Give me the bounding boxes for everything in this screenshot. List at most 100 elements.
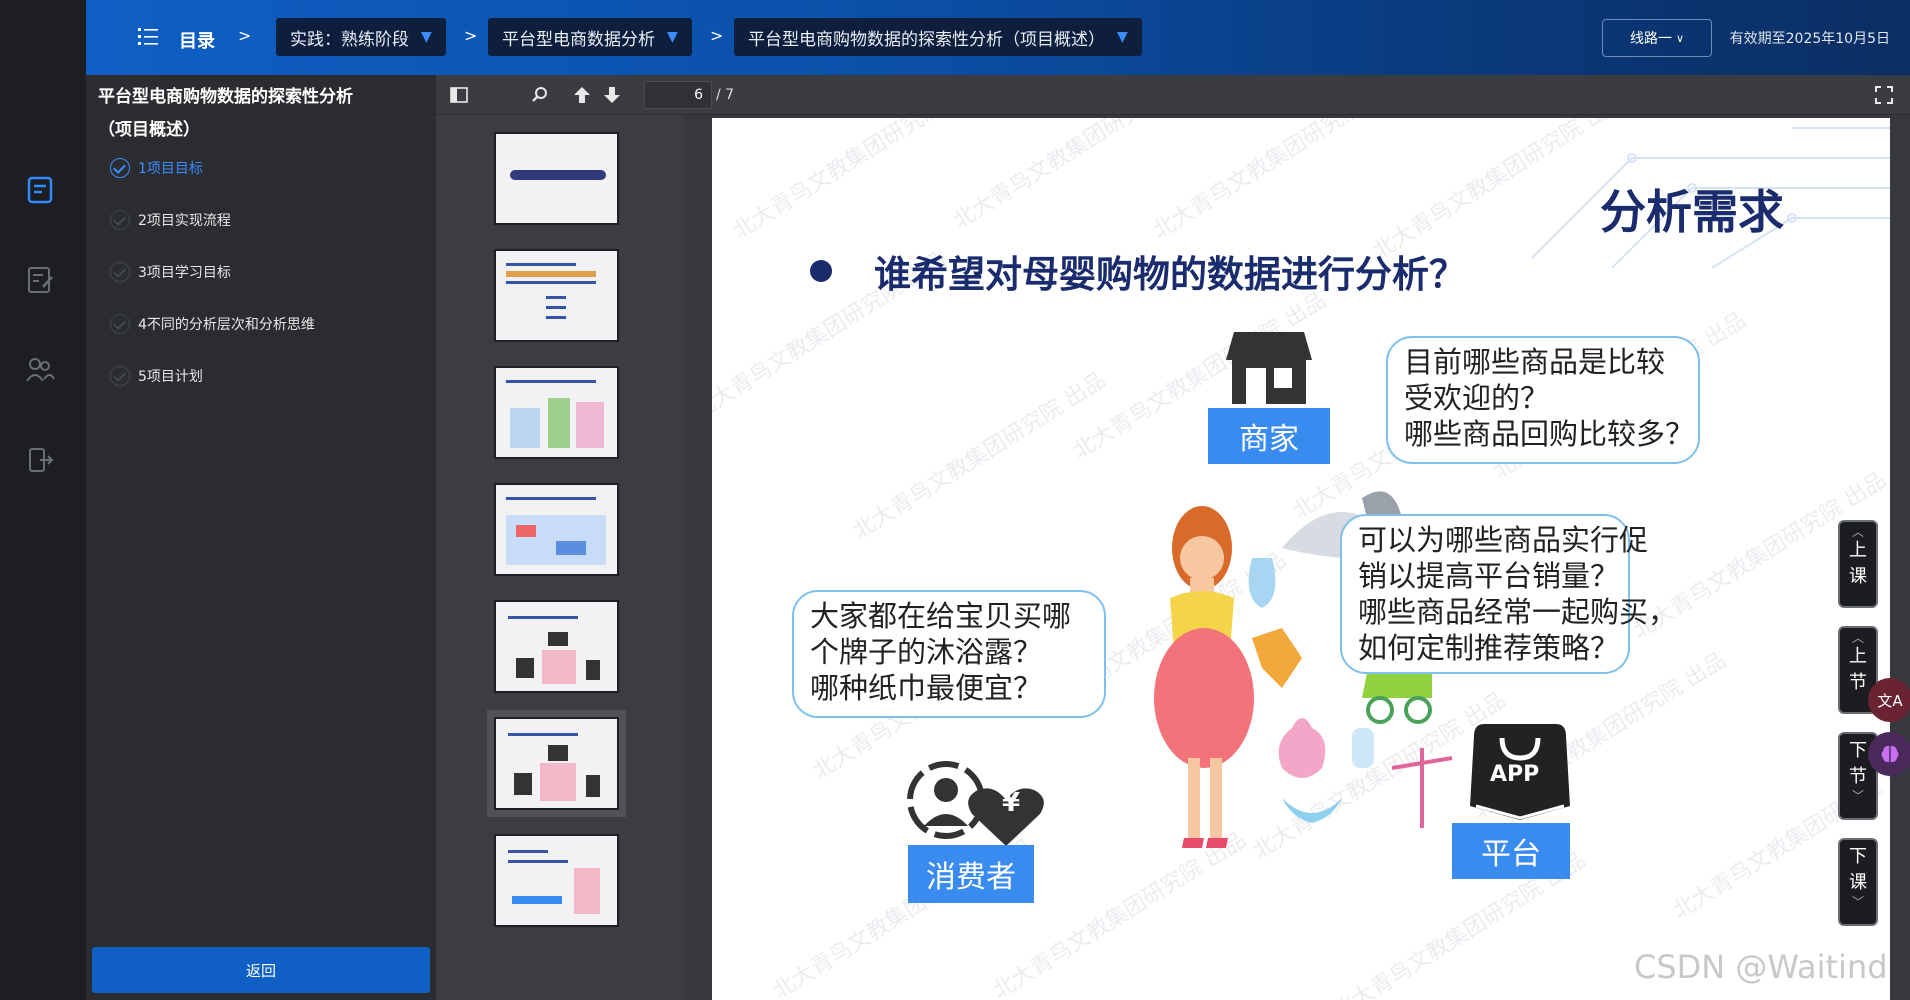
consumer-label: 消费者 xyxy=(908,845,1034,903)
breadcrumb-separator: > xyxy=(464,26,478,45)
page-number-input[interactable]: 6 xyxy=(644,81,712,109)
sidenav-char: 课 xyxy=(1849,872,1867,893)
left-rail xyxy=(0,0,86,1000)
currency-symbol: ¥ xyxy=(1002,788,1021,818)
bubble-line: 哪种纸巾最便宜？ xyxy=(810,671,1043,705)
merchant-label: 商家 xyxy=(1208,408,1330,464)
consumer-bubble: 大家都在给宝贝买哪 个牌子的沐浴露？ 哪种纸巾最便宜？ xyxy=(792,590,1106,718)
caret-down-icon: ▼ xyxy=(667,29,678,45)
caret-down-icon: ▼ xyxy=(421,29,432,45)
sidebar-toggle-icon[interactable] xyxy=(447,83,471,107)
bubble-line: 如何定制推荐策略？ xyxy=(1358,631,1620,665)
thumbnail[interactable] xyxy=(494,132,619,225)
check-circle-icon xyxy=(110,158,130,178)
thumbnail[interactable] xyxy=(494,600,619,693)
thumbnail[interactable] xyxy=(494,249,619,342)
search-icon[interactable] xyxy=(528,83,552,107)
fullscreen-icon[interactable] xyxy=(1872,83,1896,107)
translate-icon[interactable]: 文A xyxy=(1868,678,1910,722)
chevron-up-icon: ︿ xyxy=(1851,631,1864,645)
outline-item-label: 2项目实现流程 xyxy=(138,213,231,229)
document-icon[interactable] xyxy=(22,172,58,208)
crumb-course-label: 平台型电商数据分析 xyxy=(502,29,655,50)
consumer-heart-icon xyxy=(907,761,1044,846)
expiry-text: 有效期至2025年10月5日 xyxy=(1729,31,1890,47)
prev-lesson-button[interactable]: ︿ 上 课 xyxy=(1838,520,1878,608)
sidenav-char: 上 xyxy=(1849,646,1867,667)
brain-icon[interactable] xyxy=(1868,732,1910,776)
outline-item[interactable]: 3项目学习目标 xyxy=(110,257,231,287)
next-page-icon[interactable] xyxy=(600,83,624,107)
page-total: / 7 xyxy=(716,87,735,103)
merchant-bubble: 目前哪些商品是比较 受欢迎的？ 哪些商品回购比较多？ xyxy=(1386,336,1700,464)
crumb-course[interactable]: 平台型电商数据分析 ▼ xyxy=(488,18,692,56)
app-window: 目录 > 实践：熟练阶段 ▼ > 平台型电商数据分析 ▼ > 平台型电商购物数据的探… xyxy=(0,0,1910,1000)
top-header: 目录 > 实践：熟练阶段 ▼ > 平台型电商数据分析 ▼ > 平台型电商购物数据的探… xyxy=(86,0,1910,75)
route-select-button[interactable]: 线路一 ∨ xyxy=(1602,19,1712,57)
sidenav-char: 课 xyxy=(1849,566,1867,587)
caret-down-icon: ▼ xyxy=(1117,29,1128,45)
menu-icon[interactable] xyxy=(138,26,158,50)
sidenav-char: 上 xyxy=(1849,540,1867,561)
bubble-line: 个牌子的沐浴露？ xyxy=(810,635,1043,669)
next-lesson-button[interactable]: 下 课 ﹀ xyxy=(1838,838,1878,926)
csdn-credit: CSDN @Waitind xyxy=(1634,948,1888,986)
check-circle-icon xyxy=(110,366,130,386)
exit-icon[interactable] xyxy=(22,442,58,478)
outline-panel: 平台型电商购物数据的探索性分析（项目概述） 1项目目标 2项目实现流程 3项目学… xyxy=(86,75,436,1000)
crumb-stage[interactable]: 实践：熟练阶段 ▼ xyxy=(276,18,446,56)
pdf-viewer: 6 / 7 北大青鸟文教集团研究院 出品 北大青鸟文教集团研究院 出品 北大青鸟… xyxy=(436,75,1910,1000)
bubble-line: 哪些商品回购比较多？ xyxy=(1404,417,1695,451)
outline-item[interactable]: 1项目目标 xyxy=(110,153,203,183)
previous-page-icon[interactable] xyxy=(570,83,594,107)
outline-title: 平台型电商购物数据的探索性分析（项目概述） xyxy=(98,87,353,140)
chevron-down-icon: ∨ xyxy=(1675,31,1685,45)
chevron-down-icon: ﹀ xyxy=(1851,895,1864,909)
users-icon[interactable] xyxy=(22,352,58,388)
outline-item-label: 5项目计划 xyxy=(138,369,203,385)
sidenav-char: 下 xyxy=(1849,846,1867,867)
crumb-stage-label: 实践：熟练阶段 xyxy=(290,29,409,50)
thumbnail[interactable] xyxy=(494,834,619,927)
outline-item-label: 1项目目标 xyxy=(138,161,203,177)
bubble-line: 受欢迎的？ xyxy=(1404,381,1550,415)
sidenav-char: 节 xyxy=(1849,766,1867,787)
breadcrumb-separator: > xyxy=(238,26,252,45)
slide-page: 北大青鸟文教集团研究院 出品 北大青鸟文教集团研究院 出品 北大青鸟文教集团研究… xyxy=(712,118,1890,1000)
crumb-lesson[interactable]: 平台型电商购物数据的探索性分析（项目概述） ▼ xyxy=(734,18,1142,56)
breadcrumb-separator: > xyxy=(710,26,724,45)
watermark: 北大青鸟文教集团研究院 出品 xyxy=(948,118,1211,235)
slide-heading: 分析需求 xyxy=(1600,185,1784,239)
bubble-line: 哪些商品经常一起购买， xyxy=(1358,595,1678,629)
edit-note-icon[interactable] xyxy=(22,262,58,298)
platform-label: 平台 xyxy=(1452,823,1570,879)
bubble-line: 销以提高平台销量？ xyxy=(1358,559,1620,593)
outline-item[interactable]: 2项目实现流程 xyxy=(110,205,231,235)
chevron-down-icon: ﹀ xyxy=(1851,789,1864,803)
thumbnail[interactable] xyxy=(494,483,619,576)
check-circle-icon xyxy=(110,314,130,334)
outline-item-label: 3项目学习目标 xyxy=(138,265,231,281)
bullet-dot xyxy=(810,260,832,282)
menu-label[interactable]: 目录 xyxy=(179,27,215,53)
back-button[interactable]: 返回 xyxy=(92,947,430,993)
thumbnail-selected[interactable] xyxy=(487,710,626,817)
store-icon xyxy=(1226,332,1312,404)
check-circle-icon xyxy=(110,262,130,282)
sidenav-char: 下 xyxy=(1849,740,1867,761)
outline-item[interactable]: 5项目计划 xyxy=(110,361,203,391)
outline-item[interactable]: 4不同的分析层次和分析思维 xyxy=(110,309,315,339)
check-circle-icon xyxy=(110,210,130,230)
viewer-toolbar: 6 / 7 xyxy=(436,75,1910,115)
thumbnail[interactable] xyxy=(494,366,619,459)
outline-item-label: 4不同的分析层次和分析思维 xyxy=(138,317,315,333)
thumbnail-panel xyxy=(436,115,684,1000)
app-text: APP xyxy=(1490,762,1540,787)
sidenav-char: 节 xyxy=(1849,672,1867,693)
chevron-up-icon: ︿ xyxy=(1851,525,1864,539)
watermark: 北大青鸟文教集团研究院 出品 xyxy=(848,367,1111,545)
slide-question: 谁希望对母婴购物的数据进行分析？ xyxy=(874,253,1466,296)
crumb-lesson-label: 平台型电商购物数据的探索性分析（项目概述） xyxy=(748,29,1105,50)
bubble-line: 大家都在给宝贝买哪 xyxy=(810,599,1072,633)
bubble-line: 目前哪些商品是比较 xyxy=(1404,345,1666,379)
